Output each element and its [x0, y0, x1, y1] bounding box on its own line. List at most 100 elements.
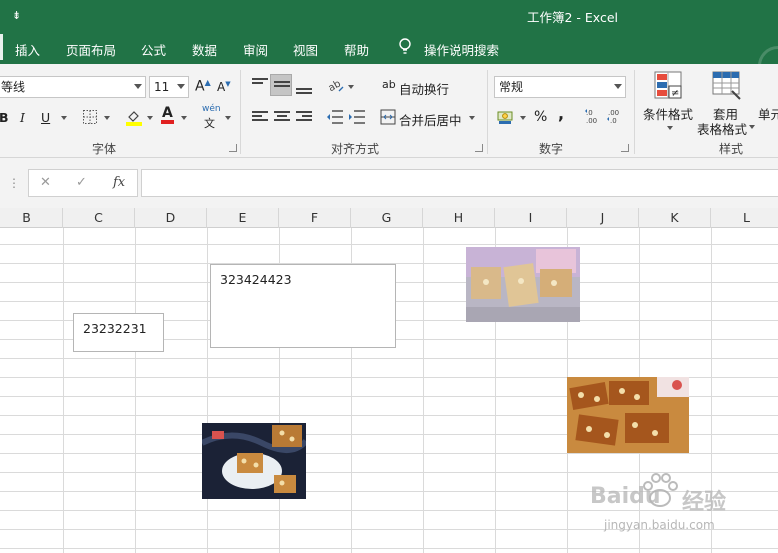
column-header-d[interactable]: D: [135, 208, 207, 228]
tab-help[interactable]: 帮助: [344, 40, 369, 59]
tab-insert[interactable]: 插入: [15, 40, 40, 59]
alignment-dialog-launcher[interactable]: [475, 144, 483, 152]
number-dialog-launcher[interactable]: [621, 144, 629, 152]
ribbon-tabs: 插入 页面布局 公式 数据 审阅 视图 帮助 操作说明搜索: [0, 32, 778, 86]
font-size-value: 11: [154, 80, 170, 94]
group-separator: [487, 70, 488, 154]
format-as-table-icon[interactable]: [712, 71, 742, 101]
conditional-dropdown-icon[interactable]: [667, 126, 673, 130]
tell-me-search[interactable]: 操作说明搜索: [424, 40, 499, 59]
font-group-label: 字体: [92, 142, 117, 156]
customize-qat-icon[interactable]: ⇟: [12, 9, 21, 22]
shrink-font-button[interactable]: A▼: [217, 80, 231, 94]
number-group-label: 数字: [539, 142, 564, 156]
grow-font-icon: A: [195, 78, 205, 95]
phonetic-dropdown-icon[interactable]: [225, 116, 231, 120]
fill-color-dropdown-icon[interactable]: [147, 116, 153, 120]
increase-indent-icon[interactable]: [348, 109, 366, 125]
format-table-dropdown-icon[interactable]: [749, 125, 755, 129]
italic-button[interactable]: I: [20, 110, 25, 125]
number-format-combo[interactable]: 常规: [494, 76, 626, 98]
column-header-i[interactable]: I: [495, 208, 567, 228]
column-header-l[interactable]: L: [711, 208, 778, 228]
align-bottom-icon[interactable]: [296, 84, 312, 98]
orientation-icon[interactable]: ab: [327, 76, 345, 94]
format-as-table-label-2[interactable]: 表格格式: [697, 119, 747, 138]
cell-styles-button[interactable]: 单元: [758, 104, 778, 123]
align-middle-icon[interactable]: [274, 81, 290, 95]
comma-style-button[interactable]: ,: [558, 104, 564, 123]
merge-center-icon[interactable]: [380, 109, 396, 125]
insert-function-icon[interactable]: fx: [113, 175, 125, 190]
watermark-brand: Baidu: [590, 484, 661, 509]
font-color-button[interactable]: A: [161, 106, 174, 124]
tab-review[interactable]: 审阅: [243, 40, 268, 59]
text-box-1[interactable]: 23232231: [73, 313, 164, 352]
column-header-b[interactable]: B: [0, 208, 63, 228]
font-size-combo[interactable]: 11: [149, 76, 189, 98]
formula-input[interactable]: [141, 169, 778, 197]
font-name-combo[interactable]: 等线: [0, 76, 146, 98]
svg-text:.0: .0: [586, 109, 593, 117]
orientation-dropdown-icon[interactable]: [348, 85, 354, 89]
align-top-icon[interactable]: [252, 78, 268, 92]
increase-decimal-icon[interactable]: .0 .00: [584, 107, 600, 125]
column-header-j[interactable]: J: [567, 208, 639, 228]
align-center-icon[interactable]: [274, 111, 290, 125]
align-left-icon[interactable]: [252, 111, 268, 125]
formula-buttons: ✕ ✓ fx: [28, 169, 138, 197]
percent-style-button[interactable]: %: [534, 109, 547, 125]
cancel-icon[interactable]: ✕: [40, 175, 51, 190]
phonetic-guide-button[interactable]: wén: [202, 104, 221, 114]
ribbon: 等线 11 A▲ A▼ B I U A wén 文 字体 ab ab 自动换行: [0, 64, 778, 158]
svg-text:ab: ab: [327, 78, 343, 94]
picture-peanut-brittle-3[interactable]: [202, 423, 306, 499]
chevron-down-icon: [614, 84, 622, 89]
enter-icon[interactable]: ✓: [76, 175, 87, 190]
svg-text:.0: .0: [610, 117, 617, 125]
picture-peanut-brittle-2[interactable]: [567, 377, 689, 453]
chevron-down-icon: [177, 84, 185, 89]
wrap-text-icon: ab: [382, 78, 396, 91]
column-header-f[interactable]: F: [279, 208, 351, 228]
text-box-2[interactable]: 323424423: [210, 264, 396, 348]
group-separator: [634, 70, 635, 154]
number-format-value: 常规: [499, 80, 524, 94]
alignment-group-label: 对齐方式: [331, 142, 380, 156]
baidu-watermark: Baidu 经验 jingyan.baidu.com: [590, 470, 778, 550]
picture-peanut-brittle-1[interactable]: [466, 247, 580, 322]
wrap-text-button[interactable]: 自动换行: [399, 79, 449, 98]
tab-page-layout[interactable]: 页面布局: [66, 40, 116, 59]
tab-view[interactable]: 视图: [293, 40, 318, 59]
name-box-grip-icon[interactable]: ⋮: [8, 176, 20, 190]
column-header-k[interactable]: K: [639, 208, 711, 228]
column-header-e[interactable]: E: [207, 208, 279, 228]
underline-button[interactable]: U: [41, 110, 50, 125]
accounting-format-icon[interactable]: [496, 109, 516, 125]
decrease-indent-icon[interactable]: [326, 109, 344, 125]
conditional-formatting-button[interactable]: 条件格式: [643, 104, 693, 123]
underline-dropdown-icon[interactable]: [61, 116, 67, 120]
align-right-icon[interactable]: [296, 111, 312, 125]
font-dialog-launcher[interactable]: [229, 144, 237, 152]
font-color-dropdown-icon[interactable]: [181, 116, 187, 120]
decrease-decimal-icon[interactable]: .00 .0: [606, 107, 622, 125]
bold-button[interactable]: B: [0, 110, 9, 125]
merge-dropdown-icon[interactable]: [469, 116, 475, 120]
borders-icon[interactable]: [82, 109, 98, 125]
conditional-formatting-icon[interactable]: ≠: [654, 71, 684, 101]
chevron-down-icon: [134, 84, 142, 89]
shrink-font-icon: A: [217, 80, 226, 94]
grow-font-button[interactable]: A▲: [195, 78, 211, 95]
column-header-g[interactable]: G: [351, 208, 423, 228]
fill-color-icon[interactable]: [125, 108, 143, 126]
borders-dropdown-icon[interactable]: [104, 116, 110, 120]
column-header-c[interactable]: C: [63, 208, 135, 228]
merge-center-button[interactable]: 合并后居中: [399, 110, 462, 129]
tab-formulas[interactable]: 公式: [141, 40, 166, 59]
svg-text:.00: .00: [586, 117, 597, 125]
column-header-h[interactable]: H: [423, 208, 495, 228]
title-bar: ⇟ 工作簿2 - Excel: [0, 0, 778, 32]
accounting-dropdown-icon[interactable]: [520, 116, 526, 120]
tab-data[interactable]: 数据: [192, 40, 217, 59]
